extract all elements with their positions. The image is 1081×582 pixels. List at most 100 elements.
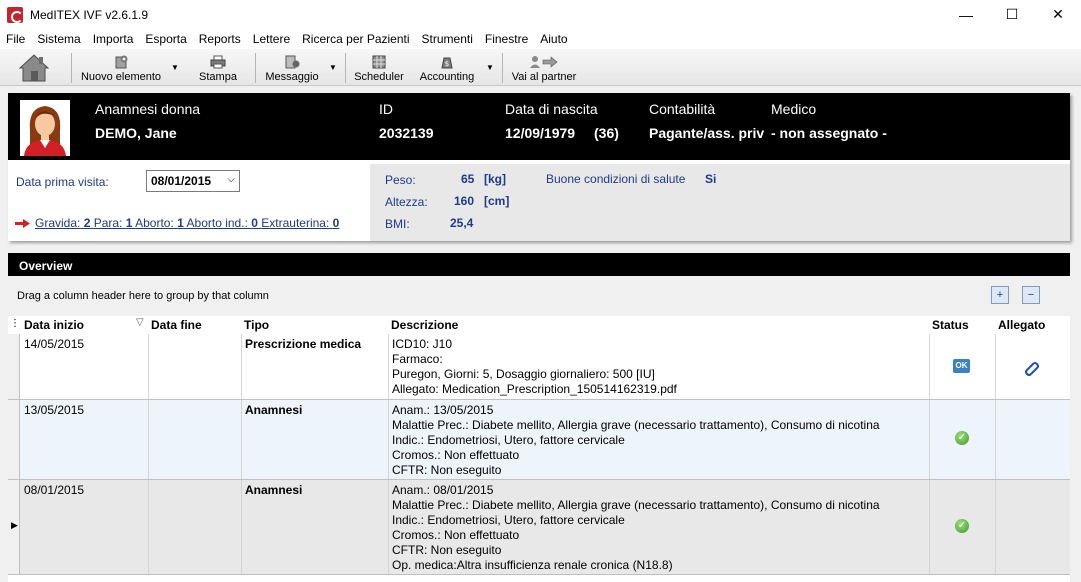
cell-data-inizio: 14/05/2015: [24, 337, 85, 351]
partner-icon: [530, 56, 558, 68]
menu-bar: File Sistema Importa Esporta Reports Let…: [0, 29, 1081, 49]
first-visit-date-value: 08/01/2015: [151, 174, 212, 188]
patient-metrics: Peso: 65 [kg] Altezza: 160 [cm] BMI: 25,…: [370, 160, 1070, 241]
id-label: ID: [379, 101, 393, 117]
new-element-button[interactable]: Nuovo elemento: [80, 49, 162, 86]
menu-strumenti[interactable]: Strumenti: [416, 29, 479, 49]
cell-allegato: [995, 480, 1070, 574]
check-status-icon: ✓: [955, 519, 969, 533]
home-icon[interactable]: [17, 52, 51, 84]
ok-status-icon: OK: [953, 359, 970, 373]
scheduler-button[interactable]: Scheduler: [353, 49, 405, 86]
toolbar-separator: [502, 53, 503, 83]
cell-descrizione: Anam.: 08/01/2015 Malattie Prec.: Diabet…: [388, 480, 929, 574]
height-value: 160: [454, 194, 475, 208]
maximize-button[interactable]: ☐: [989, 0, 1035, 29]
cell-status: OK: [929, 334, 995, 399]
dob-value: 12/09/1979: [505, 125, 576, 141]
current-row-icon: ▶: [11, 520, 18, 530]
print-label: Stampa: [199, 71, 237, 83]
message-dropdown-icon[interactable]: ▼: [329, 63, 337, 72]
visit-info: Data prima visita: 08/01/2015 ⌵ Gravida:…: [8, 160, 370, 241]
table-row[interactable]: ▶ 08/01/2015 Anamnesi Anam.: 08/01/2015 …: [8, 480, 1070, 575]
height-label: Altezza:: [385, 195, 428, 209]
close-button[interactable]: ✕: [1035, 0, 1081, 29]
cell-data-fine: [148, 480, 241, 574]
message-button[interactable]: Messaggio: [262, 49, 322, 86]
grid-header: ⋮ Data inizio ▽ Data fine Tipo Descrizio…: [8, 316, 1070, 334]
cell-descrizione: Anam.: 13/05/2015 Malattie Prec.: Diabet…: [388, 400, 929, 479]
patient-id: 2032139: [379, 125, 434, 141]
cell-data-fine: [148, 400, 241, 479]
toolbar-separator: [255, 53, 256, 83]
svg-text:$: $: [445, 60, 449, 68]
row-indicator: [8, 334, 20, 399]
cell-allegato: [995, 334, 1070, 399]
cell-data-inizio: 08/01/2015: [24, 483, 85, 497]
menu-esporta[interactable]: Esporta: [139, 29, 192, 49]
health-value: Si: [705, 172, 717, 186]
new-element-dropdown-icon[interactable]: ▼: [171, 63, 179, 72]
accounting-button[interactable]: $ Accounting: [416, 49, 478, 86]
doctor-value: - non assegnato -: [771, 125, 887, 141]
scheduler-label: Scheduler: [354, 71, 404, 83]
section-label: Anamnesi donna: [95, 101, 201, 117]
check-status-icon: ✓: [955, 431, 969, 445]
print-button[interactable]: Stampa: [196, 49, 240, 86]
first-visit-label: Data prima visita:: [16, 175, 109, 189]
toolbar-separator: [345, 53, 346, 83]
accounting-dropdown-icon[interactable]: ▼: [486, 63, 494, 72]
toolbar-separator: [71, 53, 72, 83]
arrow-right-icon: [15, 218, 30, 228]
accounting-label: Contabilità: [649, 101, 716, 117]
patient-age: (36): [594, 125, 619, 141]
toolbar: Nuovo elemento ▼ Stampa Messaggio ▼ Sche…: [0, 49, 1081, 86]
health-label: Buone condizioni di salute: [546, 172, 686, 186]
window-title: MedITEX IVF v2.6.1.9: [30, 7, 149, 22]
sort-icon[interactable]: ▽: [136, 317, 144, 335]
weight-value: 65: [461, 172, 475, 186]
minimize-button[interactable]: —: [943, 0, 989, 29]
menu-ricerca-pazienti[interactable]: Ricerca per Pazienti: [296, 29, 415, 49]
accounting-label: Accounting: [419, 71, 475, 83]
female-avatar-icon: [20, 100, 70, 156]
cell-descrizione: ICD10: J10 Farmaco: Puregon, Giorni: 5, …: [388, 334, 929, 399]
bmi-value: 25,4: [450, 216, 474, 230]
overview-panel: Overview Drag a column header here to gr…: [8, 253, 1070, 582]
menu-reports[interactable]: Reports: [193, 29, 247, 49]
menu-sistema[interactable]: Sistema: [31, 29, 86, 49]
cell-tipo: Anamnesi: [241, 480, 388, 574]
paperclip-icon[interactable]: [1024, 360, 1040, 376]
menu-importa[interactable]: Importa: [87, 29, 140, 49]
new-element-icon: [115, 55, 128, 69]
doctor-label: Medico: [771, 101, 817, 117]
go-to-partner-label: Vai al partner: [511, 71, 577, 83]
menu-lettere[interactable]: Lettere: [247, 29, 296, 49]
obstetric-history-link[interactable]: Gravida: 2 Para: 1 Aborto: 1 Aborto ind.…: [15, 216, 339, 230]
overview-title: Overview: [8, 253, 1070, 276]
first-visit-date-picker[interactable]: 08/01/2015 ⌵: [146, 170, 240, 192]
scheduler-icon: [372, 55, 386, 69]
new-element-label: Nuovo elemento: [80, 71, 162, 83]
accounting-value: Pagante/ass. priv: [649, 125, 765, 141]
printer-icon: [210, 55, 226, 69]
cell-tipo: Prescrizione medica: [241, 334, 388, 399]
patient-panel: Anamnesi donna DEMO, Jane ID 2032139 Dat…: [8, 93, 1070, 241]
weight-unit: [kg]: [484, 172, 506, 186]
expand-all-button[interactable]: +: [991, 286, 1009, 304]
app-logo-icon: [7, 6, 23, 23]
table-row[interactable]: 13/05/2015 Anamnesi Anam.: 13/05/2015 Ma…: [8, 400, 1070, 480]
dob-label: Data di nascita: [505, 101, 598, 117]
cell-allegato: [995, 400, 1070, 479]
menu-finestre[interactable]: Finestre: [479, 29, 534, 49]
row-indicator: [8, 400, 20, 479]
accounting-icon: $: [441, 57, 453, 69]
cell-status: ✓: [929, 400, 995, 479]
table-row[interactable]: 14/05/2015 Prescrizione medica ICD10: J1…: [8, 334, 1070, 400]
menu-aiuto[interactable]: Aiuto: [534, 29, 573, 49]
group-by-area[interactable]: Drag a column header here to group by th…: [8, 276, 1070, 316]
collapse-all-button[interactable]: −: [1022, 286, 1040, 304]
go-to-partner-button[interactable]: Vai al partner: [509, 49, 579, 86]
menu-file[interactable]: File: [0, 29, 31, 49]
message-label: Messaggio: [265, 71, 319, 83]
